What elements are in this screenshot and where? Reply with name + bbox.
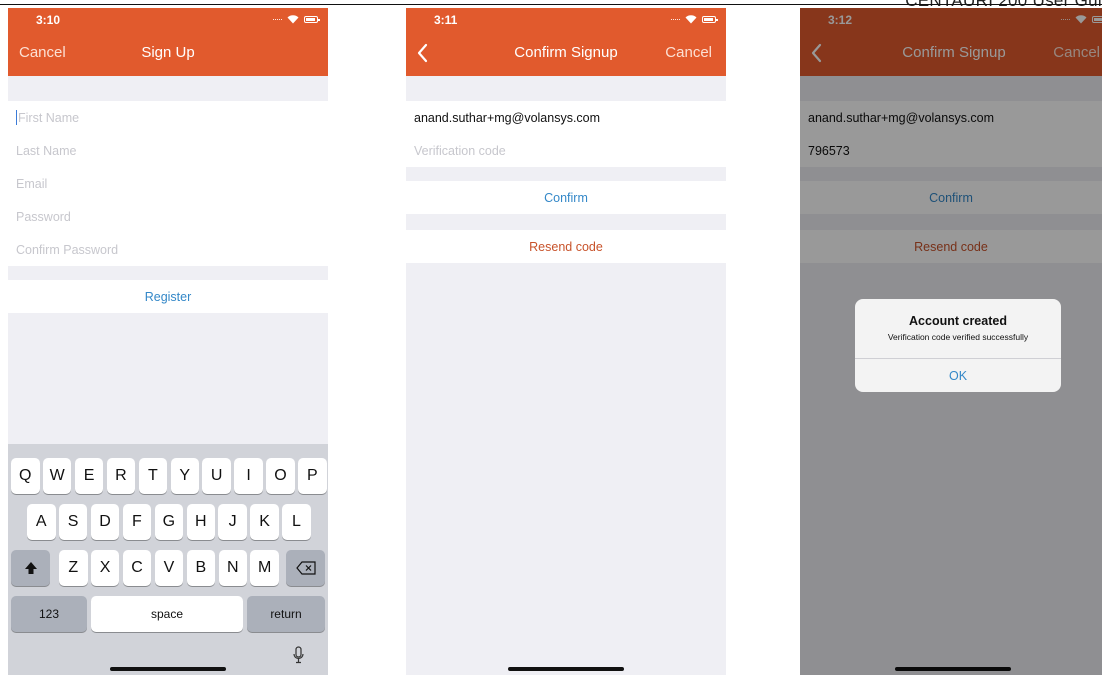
numbers-key[interactable]: 123 — [11, 596, 87, 632]
space-key[interactable]: space — [91, 596, 243, 632]
status-time: 3:11 — [434, 13, 458, 27]
cancel-button[interactable]: Cancel — [19, 44, 66, 61]
email-field[interactable]: anand.suthar+mg@volansys.com — [406, 101, 726, 134]
verification-code-placeholder: Verification code — [414, 143, 506, 158]
home-indicator — [110, 667, 226, 671]
key-j[interactable]: J — [218, 504, 247, 540]
alert-title: Account created — [909, 314, 1007, 328]
wifi-icon — [287, 15, 299, 24]
resend-code-button[interactable]: Resend code — [406, 230, 726, 263]
return-key[interactable]: return — [247, 596, 325, 632]
confirm-button[interactable]: Confirm — [406, 181, 726, 214]
key-w[interactable]: W — [42, 458, 72, 494]
key-s[interactable]: S — [58, 504, 88, 540]
signup-screen: 3:10 ····· Cancel Sign Up First Name Las… — [8, 8, 328, 675]
verification-code-field[interactable]: Verification code — [406, 134, 726, 167]
key-k[interactable]: K — [250, 504, 279, 540]
microphone-icon[interactable] — [293, 646, 304, 664]
key-c[interactable]: C — [122, 550, 152, 586]
key-l[interactable]: L — [282, 504, 311, 540]
last-name-placeholder: Last Name — [16, 143, 77, 158]
status-icons: ····· — [670, 14, 718, 24]
key-g[interactable]: G — [154, 504, 184, 540]
back-chevron-icon[interactable] — [416, 43, 430, 63]
key-i[interactable]: I — [234, 458, 263, 494]
password-placeholder: Password — [16, 209, 71, 224]
email-placeholder: Email — [16, 176, 48, 191]
shift-icon — [24, 562, 37, 574]
key-v[interactable]: V — [154, 550, 184, 586]
confirm-signup-screen: 3:11 ····· Confirm Signup Cancel anand.s… — [406, 8, 726, 675]
key-m[interactable]: M — [250, 550, 279, 586]
first-name-field[interactable]: First Name — [8, 101, 328, 134]
last-name-field[interactable]: Last Name — [8, 134, 328, 167]
key-e[interactable]: E — [74, 458, 104, 494]
password-field[interactable]: Password — [8, 200, 328, 233]
account-created-screen: 3:12 ····· Confirm Signup Cancel anand.s… — [800, 8, 1102, 675]
register-button[interactable]: Register — [8, 280, 328, 313]
home-indicator — [508, 667, 624, 671]
key-n[interactable]: N — [218, 550, 247, 586]
key-z[interactable]: Z — [59, 550, 88, 586]
alert-message: Verification code verified successfully — [887, 332, 1029, 342]
email-field[interactable]: Email — [8, 167, 328, 200]
header-rule — [0, 4, 1102, 5]
key-t[interactable]: T — [138, 458, 168, 494]
confirm-password-field[interactable]: Confirm Password — [8, 233, 328, 266]
delete-key[interactable] — [286, 550, 325, 586]
signal-icon: ····· — [272, 14, 283, 24]
keyboard: QWERTYUIOP ASDFGHJKL ZXCVBNM 123 space r… — [8, 444, 328, 675]
key-b[interactable]: B — [186, 550, 216, 586]
nav-bar: Cancel Sign Up — [8, 32, 328, 76]
key-f[interactable]: F — [122, 504, 152, 540]
status-time: 3:10 — [36, 13, 61, 27]
battery-icon — [702, 15, 718, 23]
key-q[interactable]: Q — [11, 458, 40, 494]
key-x[interactable]: X — [90, 550, 120, 586]
key-a[interactable]: A — [27, 504, 56, 540]
first-name-placeholder: First Name — [18, 110, 80, 125]
delete-icon — [295, 561, 316, 575]
nav-bar: Confirm Signup Cancel — [406, 32, 726, 76]
key-p[interactable]: P — [298, 458, 327, 494]
manual-page: CENTAURI 200 User Gui 3:10 ····· Cancel … — [0, 0, 1102, 675]
shift-key[interactable] — [11, 550, 50, 586]
signal-icon: ····· — [670, 14, 681, 24]
confirm-password-placeholder: Confirm Password — [16, 242, 119, 257]
key-r[interactable]: R — [106, 458, 136, 494]
status-bar: 3:10 ····· — [8, 8, 328, 32]
status-icons: ····· — [272, 14, 320, 24]
ok-button[interactable]: OK — [855, 359, 1061, 392]
email-value: anand.suthar+mg@volansys.com — [414, 110, 601, 125]
key-d[interactable]: D — [90, 504, 120, 540]
status-bar: 3:11 ····· — [406, 8, 726, 32]
cancel-button[interactable]: Cancel — [665, 44, 712, 61]
key-y[interactable]: Y — [170, 458, 199, 494]
alert-dialog: Account created Verification code verifi… — [855, 299, 1061, 392]
text-cursor — [16, 110, 17, 125]
battery-icon — [304, 15, 320, 23]
wifi-icon — [685, 15, 697, 24]
key-u[interactable]: U — [202, 458, 231, 494]
key-o[interactable]: O — [266, 458, 295, 494]
key-h[interactable]: H — [186, 504, 215, 540]
